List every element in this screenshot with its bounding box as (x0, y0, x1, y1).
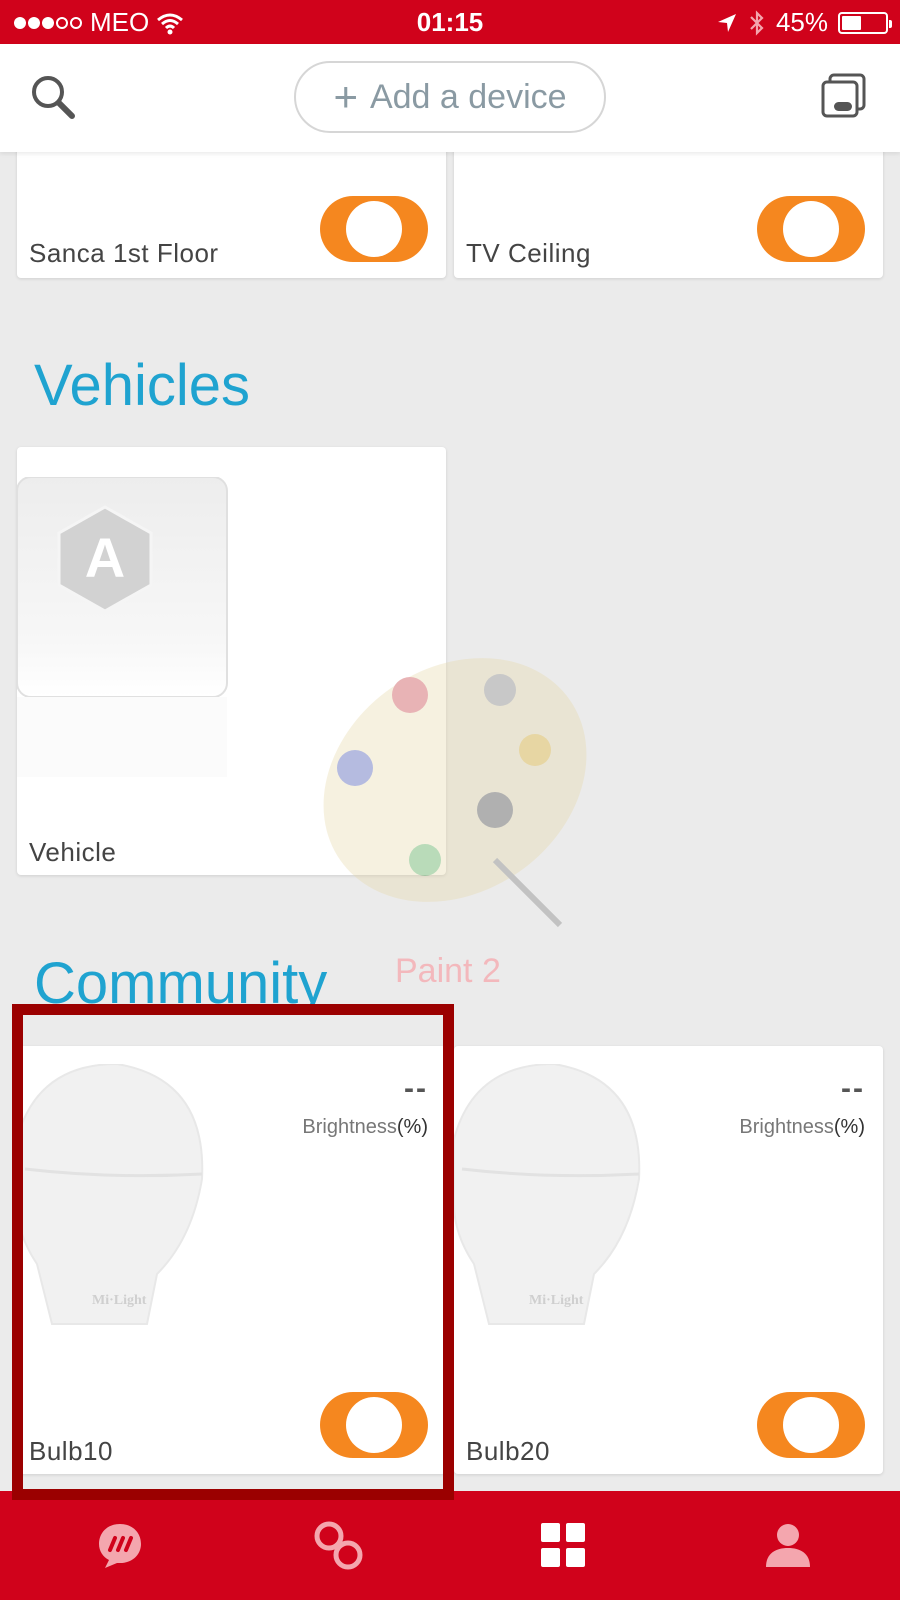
watermark-label: Paint 2 (395, 952, 501, 990)
power-toggle[interactable] (757, 1392, 865, 1458)
status-bar: MEO 01:15 45% (0, 0, 900, 44)
tab-devices[interactable] (531, 1513, 595, 1577)
device-card[interactable]: TV Ceiling (454, 140, 883, 278)
toggle-knob (346, 201, 402, 257)
bluetooth-icon (750, 9, 764, 36)
palette-icon (323, 658, 587, 928)
devices-grid-icon (541, 1523, 585, 1567)
card-switch-button[interactable] (820, 72, 868, 120)
toggle-knob (783, 1397, 839, 1453)
brightness-caption: Brightness(%) (302, 1116, 428, 1139)
tab-scenes[interactable] (306, 1513, 370, 1577)
search-icon (32, 76, 75, 119)
location-arrow-icon (717, 13, 736, 32)
bulb-brand-label: Mi·Light (92, 1293, 147, 1308)
device-name: Bulb10 (29, 1436, 113, 1466)
section-title-community: Community (34, 951, 328, 1016)
profile-icon (766, 1524, 810, 1567)
vehicle-device-image: A (17, 477, 228, 777)
toggle-knob (346, 1397, 402, 1453)
bulb-brand-label: Mi·Light (529, 1293, 584, 1308)
brightness-caption: Brightness(%) (739, 1116, 865, 1139)
brightness-value: -- (404, 1072, 428, 1105)
card-switch-icon (821, 73, 866, 118)
search-button[interactable] (28, 72, 80, 124)
add-device-button[interactable]: + Add a device (294, 61, 606, 133)
brightness-unit: (%) (396, 1116, 428, 1138)
add-device-label: Add a device (369, 77, 567, 116)
power-toggle[interactable] (757, 196, 865, 262)
tab-profile[interactable] (756, 1513, 820, 1577)
top-toolbar: + Add a device (0, 44, 900, 152)
device-card[interactable]: Mi·Light -- Brightness(%) Bulb10 (17, 1046, 446, 1474)
chat-icon (99, 1524, 141, 1568)
status-right: 45% (716, 7, 892, 38)
brightness-value: -- (841, 1072, 865, 1105)
brightness-label: Brightness (739, 1116, 834, 1138)
device-name: Vehicle (29, 837, 117, 867)
toggle-knob (783, 201, 839, 257)
plus-icon: + (333, 73, 358, 120)
bulb-image: Mi·Light (454, 1064, 641, 1325)
power-toggle[interactable] (320, 196, 428, 262)
bottom-tab-bar (0, 1491, 900, 1600)
tab-messages[interactable] (88, 1513, 152, 1577)
scenes-icon (314, 1521, 363, 1570)
device-card[interactable]: Mi·Light -- Brightness(%) Bulb20 (454, 1046, 883, 1474)
device-card[interactable]: Sanca 1st Floor (17, 140, 446, 278)
battery-icon (838, 11, 892, 34)
device-name: Bulb20 (466, 1436, 550, 1466)
brightness-unit: (%) (833, 1116, 865, 1138)
vehicle-logo-letter: A (85, 526, 125, 589)
brightness-label: Brightness (302, 1116, 397, 1138)
device-name: Sanca 1st Floor (29, 238, 219, 268)
section-title-vehicles: Vehicles (34, 353, 251, 418)
power-toggle[interactable] (320, 1392, 428, 1458)
bulb-image: Mi·Light (17, 1064, 204, 1325)
battery-percent: 45% (775, 7, 828, 37)
device-name: TV Ceiling (466, 238, 591, 268)
